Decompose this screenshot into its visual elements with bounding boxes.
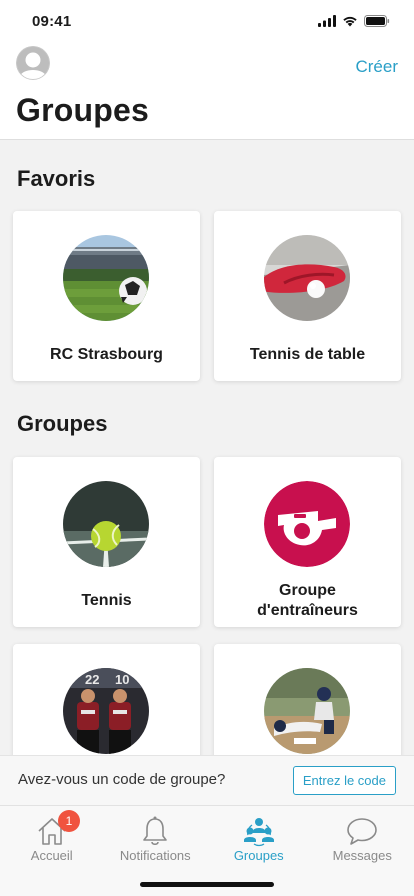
notification-badge: 1 (58, 810, 80, 832)
tab-groups[interactable]: Groupes (207, 806, 311, 876)
ping-pong-photo (264, 235, 350, 321)
groups-icon (243, 818, 274, 847)
favorites-section-title: Favoris (17, 166, 96, 191)
home-indicator (140, 882, 274, 887)
status-icons (318, 15, 390, 27)
hockey-players-photo: 22 10 (63, 668, 149, 754)
tab-label: Accueil (30, 848, 73, 863)
wifi-icon (343, 16, 357, 27)
group-card-label: Groupe d'entraîneurs (222, 581, 393, 621)
battery-icon (364, 15, 390, 27)
group-code-prompt: Avez-vous un code de groupe? (18, 771, 226, 788)
page-title: Groupes (16, 92, 149, 128)
groups-section-title: Groupes (17, 411, 108, 436)
group-card-rc-strasbourg[interactable]: RC Strasbourg (13, 211, 200, 381)
avatar[interactable] (16, 46, 50, 80)
group-card-tennis-de-table[interactable]: Tennis de table (214, 211, 401, 381)
tab-label: Messages (332, 848, 392, 863)
group-card-coaches[interactable]: Groupe d'entraîneurs (214, 457, 401, 627)
group-card-label: RC Strasbourg (50, 346, 163, 363)
status-bar: 09:41 (0, 0, 414, 44)
user-placeholder-icon (16, 46, 50, 80)
group-card-label-line2: d'entraîneurs (257, 602, 358, 619)
tab-notifications[interactable]: Notifications (104, 806, 208, 876)
baseball-slide-photo (264, 668, 350, 754)
group-code-bar: Avez-vous un code de groupe? Entrez le c… (0, 755, 414, 805)
tab-messages[interactable]: Messages (311, 806, 414, 876)
chat-bubble-icon (347, 818, 378, 845)
create-button[interactable]: Créer (355, 57, 398, 77)
top-bar: 09:41 Créer Groupes (0, 0, 414, 140)
svg-text:22: 22 (85, 672, 99, 687)
group-card-label: Tennis (81, 592, 132, 609)
svg-text:10: 10 (115, 672, 129, 687)
enter-code-button[interactable]: Entrez le code (292, 766, 396, 795)
tab-label: Groupes (233, 848, 284, 863)
status-time: 09:41 (32, 13, 72, 30)
group-card-tennis[interactable]: Tennis (13, 457, 200, 627)
group-card-label: Tennis de table (249, 346, 366, 363)
tab-label: Notifications (119, 848, 191, 863)
tennis-ball-photo (63, 481, 149, 567)
stadium-photo (63, 235, 149, 321)
tab-home[interactable]: 1 Accueil (0, 806, 104, 876)
cellular-signal-icon (318, 15, 336, 27)
group-card-label-line1: Groupe (279, 582, 336, 599)
bell-icon (143, 816, 168, 846)
whistle-icon (264, 481, 350, 567)
